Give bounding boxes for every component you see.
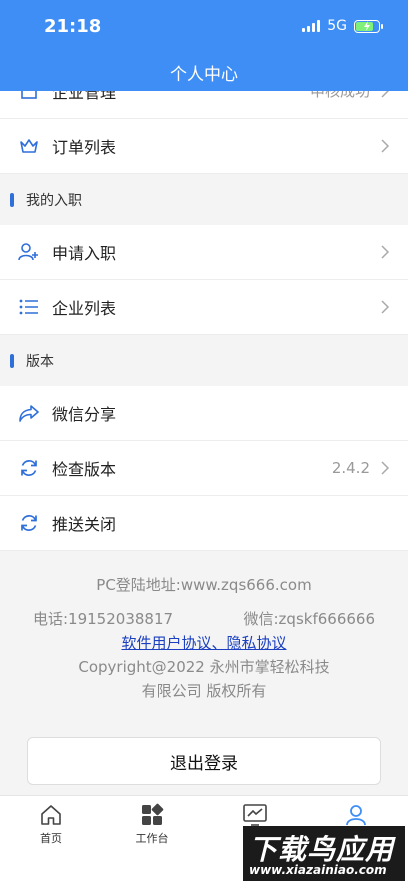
menu-item-label: 微信分享 bbox=[52, 405, 117, 424]
tab-label: 首页 bbox=[40, 832, 62, 845]
menu-item-label: 检查版本 bbox=[52, 460, 117, 479]
menu-item-label: 企业列表 bbox=[52, 299, 117, 318]
menu-item-company-manage[interactable]: 企业管理 申核成功 bbox=[0, 91, 408, 119]
section-title: 版本 bbox=[26, 353, 54, 370]
home-icon bbox=[21, 802, 81, 828]
chevron-right-icon bbox=[381, 245, 390, 259]
phone-text: 电话:19152038817 bbox=[33, 610, 174, 628]
copyright-line-2: 有限公司 版权所有 bbox=[141, 682, 267, 700]
tab-label: 工作台 bbox=[135, 832, 169, 845]
section-header-version: 版本 bbox=[0, 335, 408, 386]
chart-icon bbox=[225, 802, 285, 828]
menu-item-apply-onboarding[interactable]: 申请入职 bbox=[0, 225, 408, 280]
menu-item-check-version[interactable]: 检查版本 2.4.2 bbox=[0, 441, 408, 496]
contact-row: 电话:19152038817 微信:zqskf666666 bbox=[0, 607, 408, 631]
grid-icon bbox=[122, 802, 182, 828]
section-marker bbox=[10, 192, 14, 207]
menu-item-label: 申请入职 bbox=[52, 244, 117, 263]
page-title: 个人中心 bbox=[170, 65, 238, 85]
share-icon bbox=[18, 402, 40, 424]
watermark-logo: 下载鸟应用 www.xiazainiao.com bbox=[243, 826, 405, 881]
menu-item-company-list[interactable]: 企业列表 bbox=[0, 280, 408, 335]
menu-item-order-list[interactable]: 订单列表 bbox=[0, 119, 408, 174]
chevron-right-icon bbox=[381, 139, 390, 153]
menu-item-value: 申核成功 bbox=[309, 91, 370, 100]
version-value: 2.4.2 bbox=[331, 459, 370, 477]
pc-address: PC登陆地址:www.zqs666.com bbox=[96, 576, 312, 594]
section-header-onboarding: 我的入职 bbox=[0, 174, 408, 225]
footer-info: PC登陆地址:www.zqs666.com 电话:19152038817 微信:… bbox=[0, 551, 408, 703]
refresh-icon bbox=[18, 512, 40, 534]
network-label: 5G bbox=[327, 18, 347, 34]
menu-item-label: 企业管理 bbox=[52, 91, 117, 102]
wechat-text: 微信:zqskf666666 bbox=[243, 610, 376, 628]
menu-content: 企业管理 申核成功 订单列表 我的入职 申请入职 企业列表 版本 微信分享 检查… bbox=[0, 91, 408, 703]
crown-icon bbox=[18, 135, 40, 157]
list-icon bbox=[18, 296, 40, 318]
menu-item-label: 推送关闭 bbox=[52, 515, 117, 534]
status-icons: 5G bbox=[302, 18, 383, 34]
menu-item-push-toggle[interactable]: 推送关闭 bbox=[0, 496, 408, 551]
tab-home[interactable]: 首页 bbox=[21, 802, 81, 846]
watermark-main: 下载鸟应用 bbox=[249, 833, 395, 866]
header: 21:18 5G 个人中心 bbox=[0, 0, 408, 91]
section-marker bbox=[10, 353, 14, 368]
add-user-icon bbox=[18, 241, 40, 263]
copyright-line-1: Copyright@2022 永州市掌轻松科技 bbox=[78, 658, 330, 676]
status-time: 21:18 bbox=[44, 16, 102, 37]
battery-icon bbox=[354, 19, 383, 33]
chevron-right-icon bbox=[381, 300, 390, 314]
building-icon bbox=[18, 91, 40, 102]
watermark-url: www.xiazainiao.com bbox=[249, 863, 387, 877]
menu-item-wechat-share[interactable]: 微信分享 bbox=[0, 386, 408, 441]
refresh-icon bbox=[18, 457, 40, 479]
logout-button[interactable]: 退出登录 bbox=[27, 737, 381, 785]
user-icon bbox=[326, 802, 386, 828]
chevron-right-icon bbox=[381, 91, 389, 98]
section-title: 我的入职 bbox=[26, 192, 82, 209]
menu-item-label: 订单列表 bbox=[52, 138, 117, 157]
tab-workbench[interactable]: 工作台 bbox=[122, 802, 182, 846]
chevron-right-icon bbox=[381, 461, 390, 475]
agreement-link[interactable]: 软件用户协议、隐私协议 bbox=[0, 631, 408, 655]
signal-icon bbox=[302, 20, 321, 32]
